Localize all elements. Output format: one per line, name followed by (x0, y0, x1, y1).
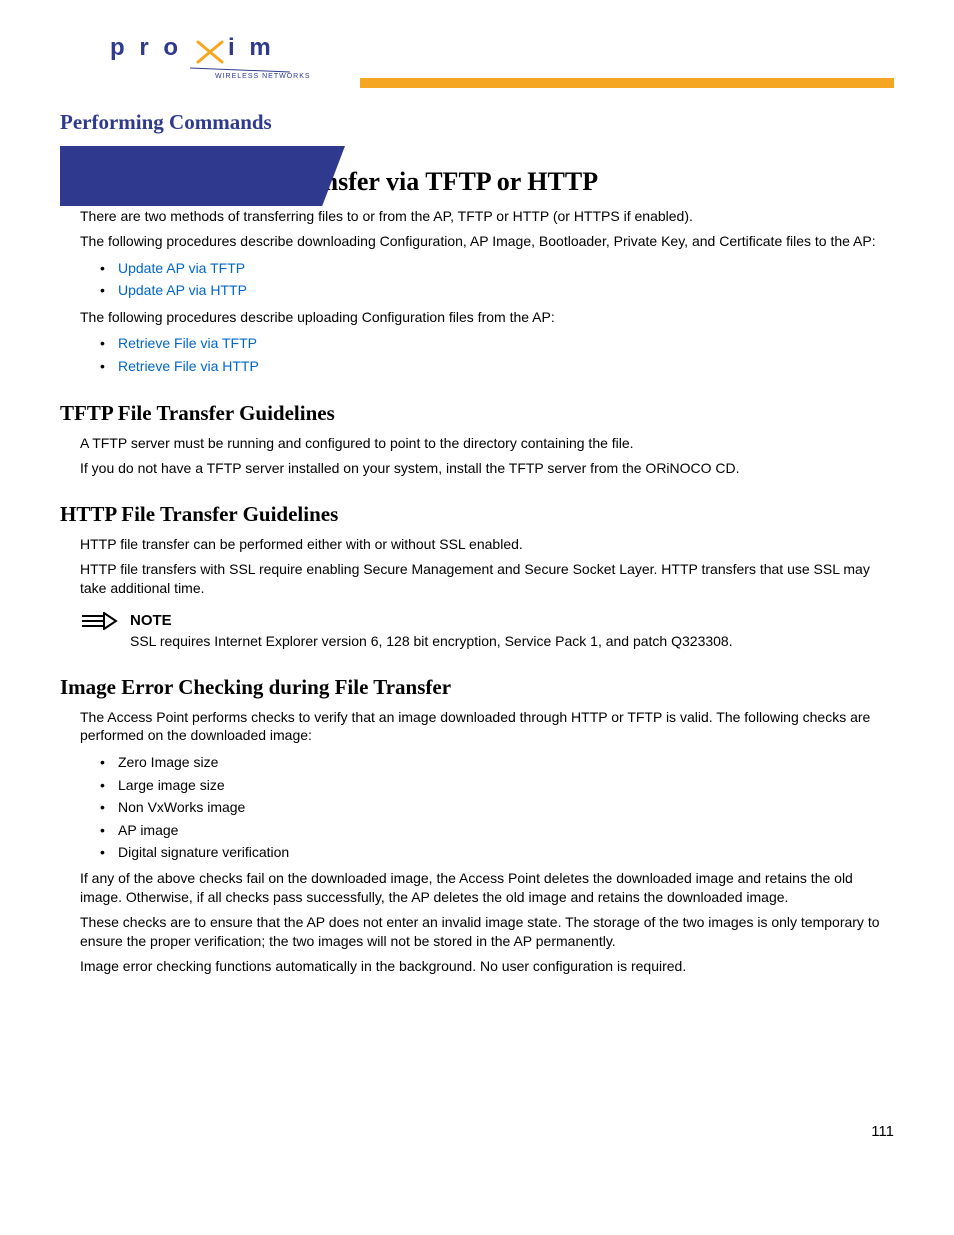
note-arrow-icon (80, 612, 118, 630)
list-item: Update AP via HTTP (100, 279, 894, 301)
http-heading: HTTP File Transfer Guidelines (60, 502, 894, 527)
list-item: Digital signature verification (100, 841, 894, 863)
page-header: p r o i m WIRELESS NETWORKS (60, 30, 894, 90)
svg-text:p r o: p r o (110, 34, 182, 61)
http-paragraph-2: HTTP file transfers with SSL require ena… (80, 560, 894, 598)
list-item: Large image size (100, 774, 894, 796)
intro-paragraph-3: The following procedures describe upload… (80, 308, 894, 327)
section-title: Performing Commands (60, 100, 320, 139)
image-check-paragraph-3: These checks are to ensure that the AP d… (80, 913, 894, 951)
list-item: Zero Image size (100, 751, 894, 773)
header-blue-shape (60, 146, 345, 206)
list-item: Update AP via TFTP (100, 257, 894, 279)
download-link-list: Update AP via TFTP Update AP via HTTP (100, 257, 894, 302)
image-check-paragraph-1: The Access Point performs checks to veri… (80, 708, 894, 746)
list-item: AP image (100, 819, 894, 841)
image-check-paragraph-4: Image error checking functions automatic… (80, 957, 894, 976)
note-text: SSL requires Internet Explorer version 6… (130, 632, 894, 651)
upload-link-list: Retrieve File via TFTP Retrieve File via… (100, 332, 894, 377)
brand-logo: p r o i m WIRELESS NETWORKS (110, 30, 310, 80)
intro-paragraph-2: The following procedures describe downlo… (80, 232, 894, 251)
section-title-wrap: Performing Commands (60, 100, 894, 139)
intro-paragraph-1: There are two methods of transferring fi… (80, 207, 894, 226)
tftp-paragraph-2: If you do not have a TFTP server install… (80, 459, 894, 478)
image-check-paragraph-2: If any of the above checks fail on the d… (80, 869, 894, 907)
page-number: 111 (871, 1123, 894, 1140)
list-item: Non VxWorks image (100, 796, 894, 818)
link-retrieve-http[interactable]: Retrieve File via HTTP (118, 358, 259, 374)
document-page: p r o i m WIRELESS NETWORKS Performing C… (0, 0, 954, 1180)
tftp-heading: TFTP File Transfer Guidelines (60, 401, 894, 426)
http-paragraph-1: HTTP file transfer can be performed eith… (80, 535, 894, 554)
list-item: Retrieve File via HTTP (100, 355, 894, 377)
note-block: NOTE (80, 612, 894, 630)
image-check-heading: Image Error Checking during File Transfe… (60, 675, 894, 700)
svg-text:i m: i m (228, 34, 275, 61)
link-update-tftp[interactable]: Update AP via TFTP (118, 260, 245, 276)
tftp-paragraph-1: A TFTP server must be running and config… (80, 434, 894, 453)
brand-subtext: WIRELESS NETWORKS (215, 73, 310, 80)
note-label: NOTE (130, 612, 172, 629)
image-check-list: Zero Image size Large image size Non VxW… (100, 751, 894, 863)
link-update-http[interactable]: Update AP via HTTP (118, 282, 247, 298)
link-retrieve-tftp[interactable]: Retrieve File via TFTP (118, 335, 257, 351)
header-orange-bar (360, 78, 894, 88)
list-item: Retrieve File via TFTP (100, 332, 894, 354)
